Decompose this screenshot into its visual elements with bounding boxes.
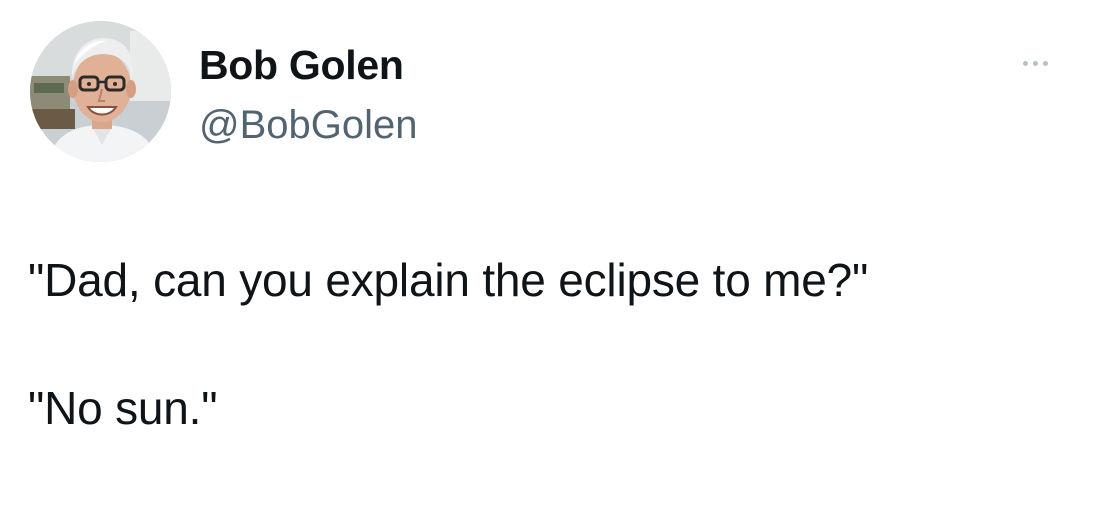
avatar[interactable]	[30, 21, 171, 162]
profile-photo-icon	[30, 21, 171, 162]
user-handle[interactable]: @BobGolen	[199, 100, 418, 150]
ellipsis-icon	[1020, 60, 1050, 66]
tweet-card: Bob Golen @BobGolen "Dad, can you explai…	[0, 0, 1100, 509]
display-name[interactable]: Bob Golen	[199, 40, 404, 90]
tweet-text-line-2: "No sun."	[28, 382, 218, 434]
tweet-text-line-1: "Dad, can you explain the eclipse to me?…	[28, 254, 869, 306]
more-options-button[interactable]	[1010, 48, 1060, 78]
